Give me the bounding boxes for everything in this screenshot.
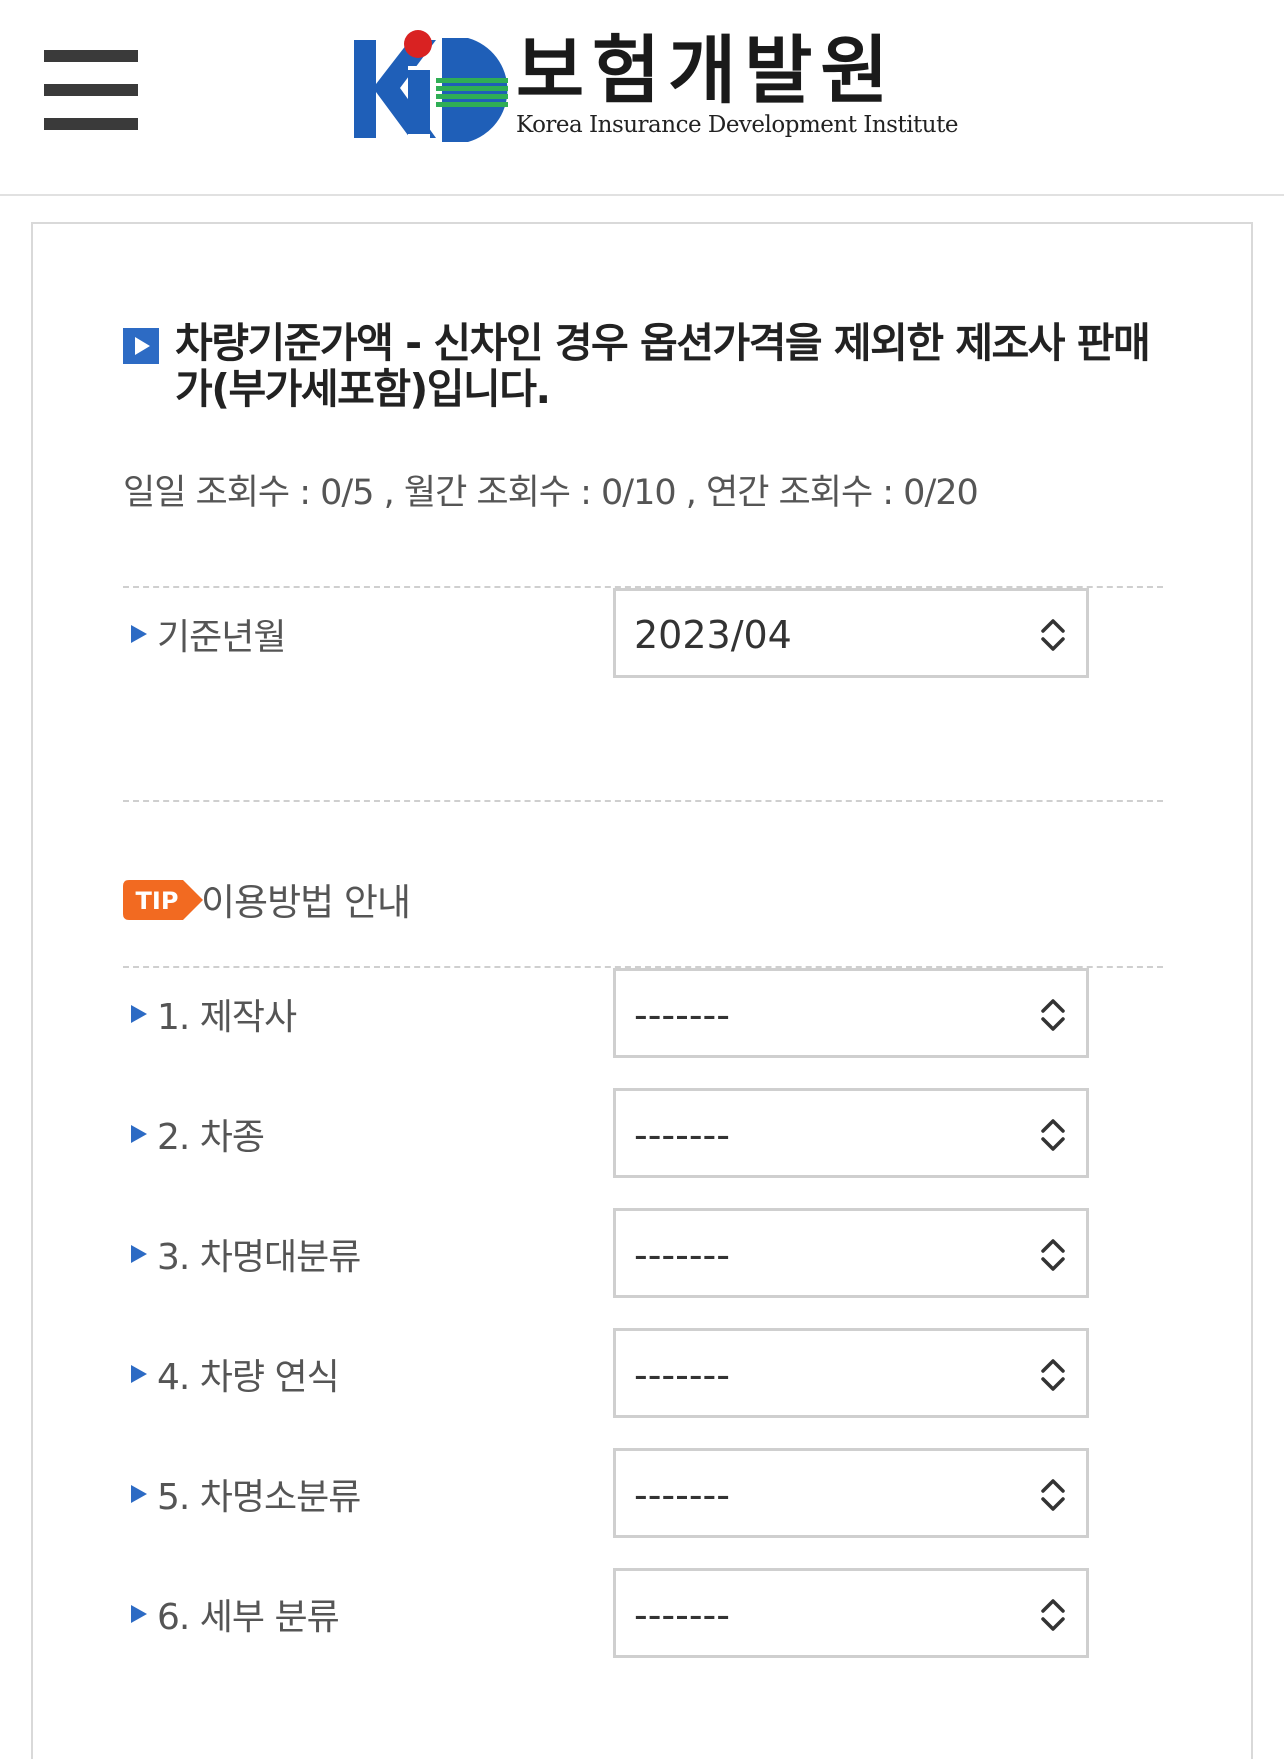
tip-badge-icon: TIP <box>123 880 203 920</box>
triangle-right-icon <box>131 625 147 643</box>
hamburger-menu-icon[interactable] <box>44 50 138 130</box>
triangle-right-icon <box>131 1485 147 1503</box>
chevron-up-down-icon <box>1041 1239 1065 1271</box>
field-label-detail-class: 6. 세부 분류 <box>131 1588 340 1640</box>
triangle-right-icon <box>131 1005 147 1023</box>
divider <box>123 800 1163 802</box>
triangle-right-icon <box>131 1245 147 1263</box>
field-label-manufacturer: 1. 제작사 <box>131 988 297 1040</box>
select-value: ------- <box>634 1593 730 1637</box>
chevron-up-down-icon <box>1041 619 1065 651</box>
select-value: ------- <box>634 993 730 1037</box>
triangle-right-icon <box>131 1605 147 1623</box>
logo-name-korean: 보험개발원 <box>516 28 897 114</box>
base-month-value: 2023/04 <box>634 613 792 657</box>
chevron-up-down-icon <box>1041 999 1065 1031</box>
select-value: ------- <box>634 1113 730 1157</box>
vehicle-type-select[interactable]: ------- <box>613 1088 1089 1178</box>
select-value: ------- <box>634 1233 730 1277</box>
select-value: ------- <box>634 1473 730 1517</box>
field-label-model-major: 3. 차명대분류 <box>131 1228 361 1280</box>
select-value: ------- <box>634 1353 730 1397</box>
logo-name-english: Korea Insurance Development Institute <box>516 112 958 138</box>
svg-text:TIP: TIP <box>136 887 179 915</box>
chevron-up-down-icon <box>1041 1359 1065 1391</box>
model-year-select[interactable]: ------- <box>613 1328 1089 1418</box>
chevron-up-down-icon <box>1041 1479 1065 1511</box>
field-label-vehicle-type: 2. 차종 <box>131 1108 265 1160</box>
notice-title-text: 차량기준가액 - 신차인 경우 옵션가격을 제외한 제조사 판매가(부가세포함)… <box>175 319 1151 413</box>
base-month-select[interactable]: 2023/04 <box>613 588 1089 678</box>
manufacturer-select[interactable]: ------- <box>613 968 1089 1058</box>
chevron-up-down-icon <box>1041 1119 1065 1151</box>
site-logo[interactable]: 보험개발원 Korea Insurance Development Instit… <box>350 28 958 148</box>
query-count-status: 일일 조회수 : 0/5 , 월간 조회수 : 0/10 , 연간 조회수 : … <box>123 473 979 513</box>
field-label-model-minor: 5. 차명소분류 <box>131 1468 361 1520</box>
model-minor-select[interactable]: ------- <box>613 1448 1089 1538</box>
field-label-model-year: 4. 차량 연식 <box>131 1348 340 1400</box>
usage-guide-label: 이용방법 안내 <box>201 881 411 924</box>
play-square-icon <box>123 328 159 364</box>
model-major-select[interactable]: ------- <box>613 1208 1089 1298</box>
base-month-label: 기준년월 <box>131 608 286 660</box>
chevron-up-down-icon <box>1041 1599 1065 1631</box>
detail-class-select[interactable]: ------- <box>613 1568 1089 1658</box>
vehicle-value-panel: 차량기준가액 - 신차인 경우 옵션가격을 제외한 제조사 판매가(부가세포함)… <box>31 222 1253 1759</box>
kidi-logo-icon <box>354 30 508 142</box>
site-header: 보험개발원 Korea Insurance Development Instit… <box>0 0 1284 196</box>
triangle-right-icon <box>131 1365 147 1383</box>
triangle-right-icon <box>131 1125 147 1143</box>
